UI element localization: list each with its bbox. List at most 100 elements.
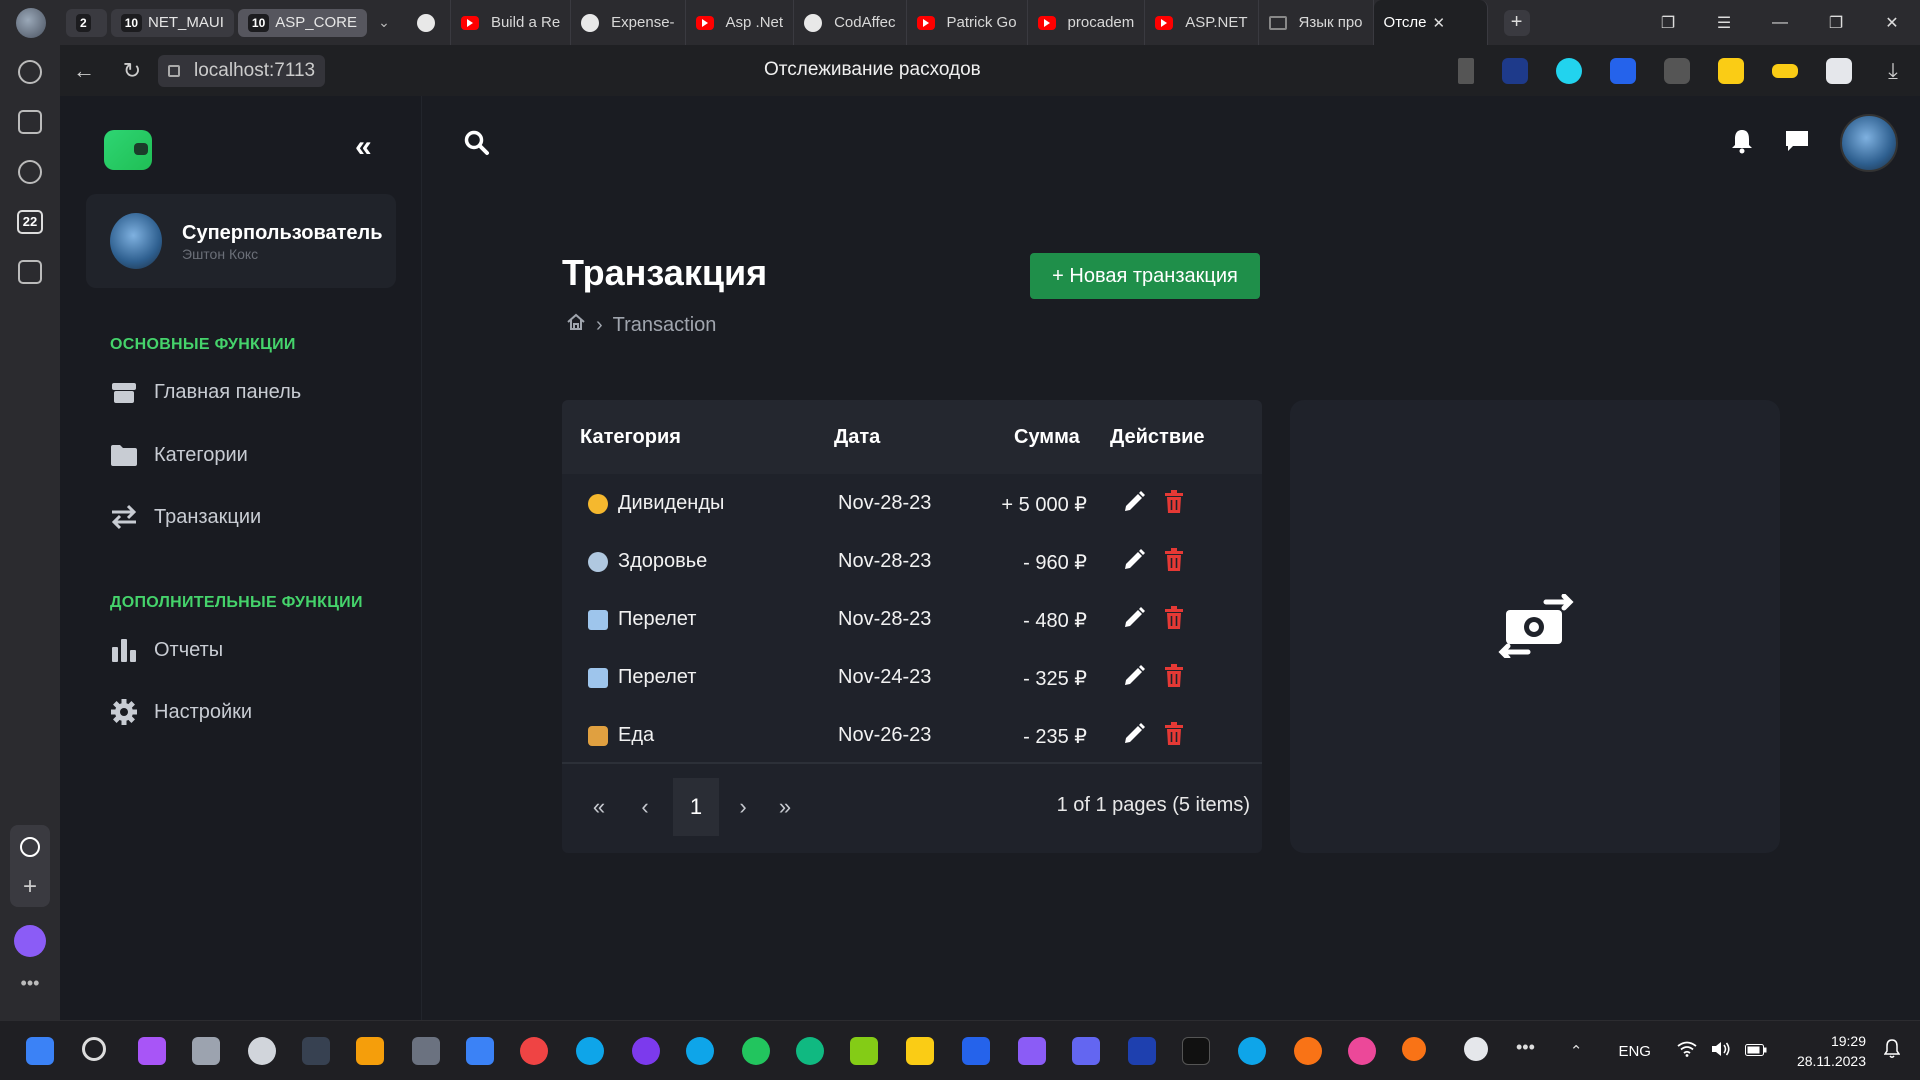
restore-icon[interactable]: ❐ — [1808, 13, 1864, 33]
chevron-up-icon[interactable]: ⌃ — [1570, 1042, 1583, 1060]
url-field[interactable]: localhost:7113 — [158, 54, 326, 87]
task-view-icon[interactable] — [192, 1037, 220, 1065]
delete-icon[interactable] — [1164, 548, 1184, 578]
edit-icon[interactable] — [1122, 606, 1146, 636]
bell-icon[interactable] — [1730, 128, 1754, 159]
browser-tab[interactable]: Build a Re — [451, 0, 572, 45]
tab-group-net-maui[interactable]: 10 NET_MAUI — [110, 8, 234, 37]
notepad-icon[interactable] — [850, 1037, 878, 1065]
column-header-category[interactable]: Категория — [580, 426, 681, 449]
delete-icon[interactable] — [1164, 722, 1184, 752]
new-tab-button[interactable]: + — [1503, 9, 1530, 36]
edit-icon[interactable] — [1122, 664, 1146, 694]
sidebar-item-settings[interactable]: Настройки — [110, 699, 252, 725]
extension-icon[interactable] — [1556, 57, 1582, 84]
pager-page-button[interactable]: 1 — [673, 778, 719, 836]
delete-icon[interactable] — [1164, 606, 1184, 636]
battery-icon[interactable] — [1772, 63, 1798, 78]
chevron-down-icon[interactable]: ⌄ — [371, 14, 397, 31]
back-icon[interactable]: ← — [60, 58, 108, 84]
add-icon[interactable]: + — [10, 873, 50, 901]
pycharm-icon[interactable] — [906, 1037, 934, 1065]
column-header-amount[interactable]: Сумма — [1014, 426, 1080, 449]
blender-icon[interactable] — [1402, 1037, 1426, 1061]
battery-icon[interactable] — [1744, 1043, 1767, 1060]
play-icon[interactable] — [18, 160, 42, 184]
app-icon[interactable] — [1464, 1037, 1488, 1061]
pager-next-button[interactable]: › — [720, 778, 766, 836]
close-icon[interactable]: ✕ — [1433, 14, 1446, 32]
collections-icon[interactable] — [18, 110, 42, 134]
folder-icon[interactable] — [356, 1037, 384, 1065]
pager-last-button[interactable]: » — [762, 778, 808, 836]
dotpeek-icon[interactable] — [1072, 1037, 1100, 1065]
calendar-badge[interactable]: 22 — [17, 210, 43, 234]
reload-icon[interactable]: ↻ — [108, 58, 156, 84]
browser-tab[interactable]: Asp .Net — [686, 0, 795, 45]
search-icon[interactable] — [464, 130, 490, 161]
chat-icon[interactable] — [1784, 129, 1810, 158]
edit-icon[interactable] — [1122, 490, 1146, 520]
assistant-icon[interactable] — [14, 925, 46, 957]
delete-icon[interactable] — [1164, 664, 1184, 694]
more-icon[interactable]: ••• — [1516, 1037, 1544, 1065]
sidebar-item-categories[interactable]: Категории — [110, 442, 248, 468]
browser-tab[interactable]: Expense- — [571, 0, 686, 45]
browser-tab[interactable] — [407, 0, 451, 45]
menu-icon[interactable]: ☰ — [1696, 13, 1752, 33]
collapse-sidebar-icon[interactable]: « — [355, 130, 372, 164]
tor-icon[interactable] — [632, 1037, 660, 1065]
browser-tab[interactable]: procadem — [1028, 0, 1146, 45]
notification-bell-icon[interactable] — [1883, 1039, 1901, 1063]
search-icon[interactable] — [82, 1037, 106, 1061]
column-header-date[interactable]: Дата — [834, 426, 880, 449]
tab-group-asp-core[interactable]: 10 ASP_CORE — [237, 8, 367, 37]
gitzip-icon[interactable] — [1664, 57, 1690, 84]
minimize-icon[interactable]: — — [1752, 14, 1808, 32]
more-icon[interactable]: ••• — [0, 973, 60, 994]
visual-studio-icon[interactable] — [1018, 1037, 1046, 1065]
notion-icon[interactable] — [302, 1037, 330, 1065]
browser-tab[interactable]: Язык про — [1259, 0, 1374, 45]
close-window-icon[interactable]: ✕ — [1864, 13, 1920, 33]
alice-icon[interactable] — [20, 837, 40, 857]
wallet-logo-icon[interactable] — [104, 130, 152, 170]
avatar[interactable] — [1840, 114, 1898, 172]
postman-icon[interactable] — [1294, 1037, 1322, 1065]
browser-tab-active[interactable]: Отсле ✕ — [60, 0, 1488, 108]
download-icon[interactable]: ⤓ — [1880, 58, 1906, 84]
screenshot-icon[interactable] — [18, 260, 42, 284]
tab-group-1[interactable]: 2 — [66, 8, 107, 37]
sidebar-item-reports[interactable]: Отчеты — [110, 637, 223, 663]
edit-icon[interactable] — [1122, 548, 1146, 578]
windows-start-icon[interactable] — [26, 1037, 54, 1065]
clock[interactable]: 19:29 28.11.2023 — [1797, 1031, 1866, 1071]
browser-tab[interactable]: CodAffec — [794, 0, 907, 45]
volume-icon[interactable] — [1711, 1041, 1731, 1061]
extension-icon[interactable] — [1718, 57, 1744, 84]
edit-icon[interactable] — [1122, 722, 1146, 752]
telegram-icon[interactable] — [686, 1037, 714, 1065]
tabs-icon[interactable]: ❐ — [1640, 13, 1696, 33]
vscode-icon[interactable] — [962, 1037, 990, 1065]
extension-icon[interactable] — [1826, 57, 1852, 84]
copilot-icon[interactable] — [138, 1037, 166, 1065]
wifi-icon[interactable] — [1677, 1041, 1697, 1061]
browser-tab[interactable]: Patrick Go — [907, 0, 1028, 45]
app-icon[interactable] — [1348, 1037, 1376, 1065]
edge-icon[interactable] — [576, 1037, 604, 1065]
home-icon[interactable] — [566, 312, 586, 338]
terminal-icon[interactable] — [1182, 1037, 1210, 1065]
new-transaction-button[interactable]: + Новая транзакция — [1030, 253, 1260, 299]
powershell-icon[interactable] — [1128, 1037, 1156, 1065]
browser-profile-avatar[interactable] — [16, 7, 46, 38]
delete-icon[interactable] — [1164, 490, 1184, 520]
pager-first-button[interactable]: « — [576, 778, 622, 836]
pager-prev-button[interactable]: ‹ — [622, 778, 668, 836]
mail-icon[interactable] — [466, 1037, 494, 1065]
calculator-icon[interactable] — [412, 1037, 440, 1065]
sidebar-item-transactions[interactable]: Транзакции — [110, 504, 261, 530]
qbittorrent-icon[interactable] — [796, 1037, 824, 1065]
sidebar-item-dashboard[interactable]: Главная панель — [110, 379, 301, 405]
weather-icon[interactable] — [248, 1037, 276, 1065]
